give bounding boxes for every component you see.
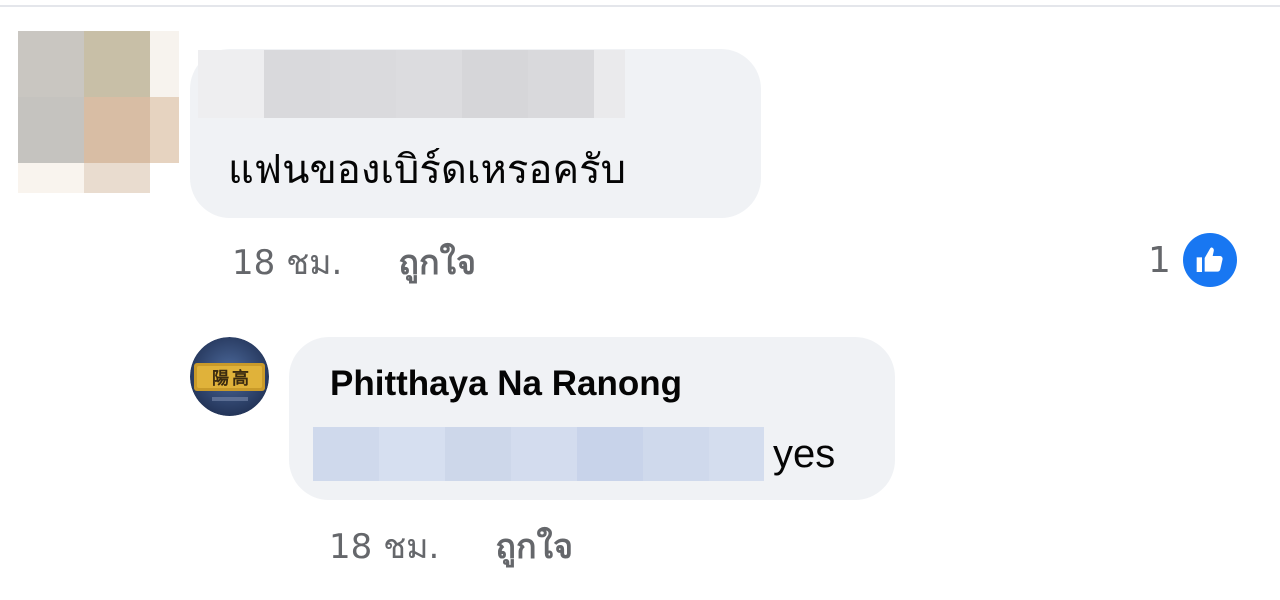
comment-text: แฟนของเบิร์ดเหรอครับ xyxy=(228,147,627,193)
comment-meta: 18 ชม. ถูกใจ xyxy=(232,236,476,288)
author-name[interactable]: Phitthaya Na Ranong xyxy=(330,364,682,404)
svg-text:陽: 陽 xyxy=(212,369,229,389)
comment-text: yes xyxy=(773,432,836,476)
reaction-summary[interactable]: 1 xyxy=(1148,232,1237,288)
thumbs-up-icon xyxy=(1182,233,1237,287)
svg-text:高: 高 xyxy=(232,368,249,389)
timestamp[interactable]: 18 ชม. xyxy=(329,519,439,573)
like-button[interactable]: ถูกใจ xyxy=(495,519,573,573)
comment-meta: 18 ชม. ถูกใจ xyxy=(329,520,573,572)
like-button[interactable]: ถูกใจ xyxy=(398,235,476,289)
author-name-blurred[interactable] xyxy=(198,50,625,118)
divider xyxy=(0,5,1280,7)
reaction-count: 1 xyxy=(1148,239,1171,281)
comment-thread: แฟนของเบิร์ดเหรอครับ 18 ชม. ถูกใจ 1 陽 高 … xyxy=(0,0,1280,600)
avatar[interactable]: 陽 高 xyxy=(190,337,269,416)
timestamp[interactable]: 18 ชม. xyxy=(232,235,342,289)
mention-blurred[interactable] xyxy=(313,427,764,481)
avatar[interactable] xyxy=(18,31,179,193)
